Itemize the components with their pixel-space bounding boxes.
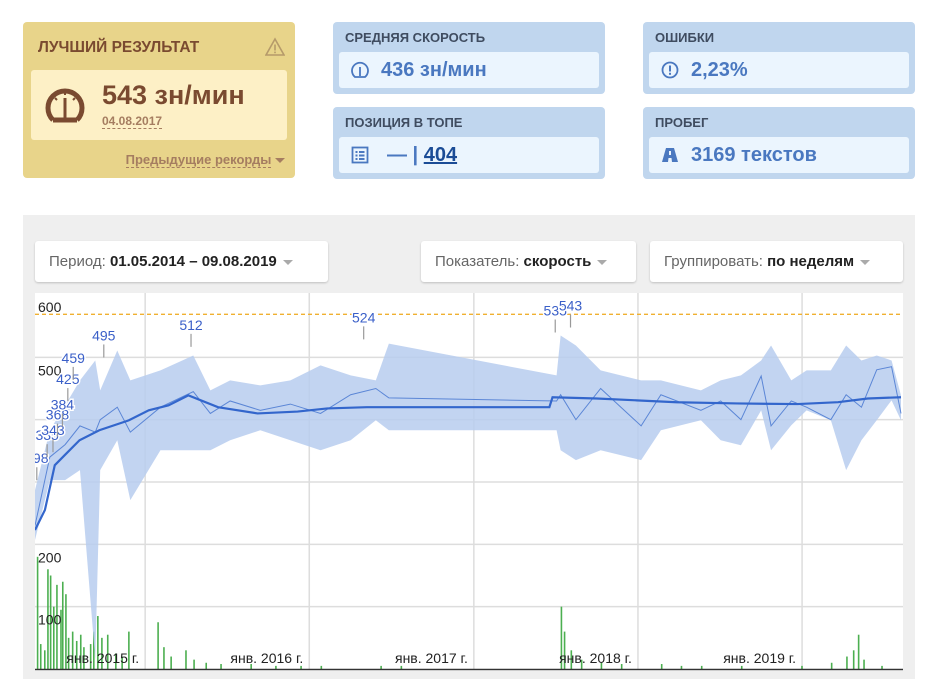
speed-chart[interactable]: 100200500600янв. 2015 г. янв. 2016 г. янв.… <box>35 293 903 671</box>
bar-texts-per-week <box>220 664 222 669</box>
record-label: 384 <box>51 397 75 413</box>
top-position-link[interactable]: 404 <box>424 144 457 166</box>
speedometer-icon <box>45 88 85 123</box>
metric-value: скорость <box>523 253 592 270</box>
bar-texts-per-week <box>852 650 855 669</box>
errors-card: ОШИБКИ 2,23% <box>643 22 915 94</box>
caret-down-icon <box>597 259 608 265</box>
mileage-box: 3169 текстов <box>649 137 909 173</box>
record-label: 512 <box>179 317 203 333</box>
caret-down-icon <box>282 259 293 265</box>
x-tick-label: янв. 2019 г. <box>723 650 796 666</box>
bar-texts-per-week <box>863 659 865 669</box>
metric-label: Показатель: <box>435 253 520 270</box>
record-label: 459 <box>62 350 86 366</box>
top-position-title: ПОЗИЦИЯ В ТОПЕ <box>345 115 463 130</box>
x-tick-label: янв. 2015 г. <box>66 650 139 666</box>
caret-down-icon <box>275 158 285 164</box>
best-result-box: 543 зн/мин 04.08.2017 <box>31 70 287 140</box>
bar-texts-per-week <box>320 665 323 669</box>
y-tick-label: 100 <box>38 612 62 628</box>
bar-texts-per-week <box>205 662 208 669</box>
mileage-value: 3169 текстов <box>691 144 817 166</box>
bar-texts-per-week <box>660 664 663 669</box>
group-value: по неделям <box>767 253 855 270</box>
record-label: 495 <box>92 327 116 343</box>
previous-records-label: Предыдущие рекорды <box>125 152 272 168</box>
record-label: 524 <box>352 309 376 325</box>
bar-texts-per-week <box>881 665 883 669</box>
group-label: Группировать: <box>664 253 763 270</box>
previous-records-toggle[interactable]: Предыдущие рекорды <box>125 152 285 168</box>
bar-texts-per-week <box>680 665 683 669</box>
avg-speed-title: СРЕДНЯЯ СКОРОСТЬ <box>345 30 486 45</box>
bar-texts-per-week <box>193 659 195 669</box>
bar-texts-per-week <box>700 665 703 669</box>
best-result-title: ЛУЧШИЙ РЕЗУЛЬТАТ <box>38 39 200 56</box>
x-tick-label: янв. 2017 г. <box>395 650 468 666</box>
mileage-card: ПРОБЕГ 3169 текстов <box>643 107 915 179</box>
speedometer-icon <box>351 61 369 78</box>
record-label: 543 <box>559 298 583 314</box>
bar-texts-per-week <box>846 656 848 669</box>
avg-speed-box: 436 зн/мин <box>339 52 599 88</box>
warning-icon[interactable] <box>265 37 285 57</box>
bar-texts-per-week <box>400 665 403 669</box>
top-position-current: — | <box>387 144 419 166</box>
bar-texts-per-week <box>740 665 743 669</box>
avg-speed-card: СРЕДНЯЯ СКОРОСТЬ 436 зн/мин <box>333 22 605 94</box>
errors-value: 2,23% <box>691 59 748 81</box>
bar-texts-per-week <box>43 650 46 669</box>
bar-texts-per-week <box>185 650 187 669</box>
mileage-title: ПРОБЕГ <box>655 115 709 130</box>
list-icon <box>351 146 369 164</box>
errors-title: ОШИБКИ <box>655 30 715 45</box>
exclamation-circle-icon <box>661 61 679 79</box>
metric-dropdown[interactable]: Показатель: скорость <box>421 241 636 282</box>
period-dropdown[interactable]: Период: 01.05.2014 – 09.08.2019 <box>35 241 328 282</box>
top-position-box: — | 404 <box>339 137 599 173</box>
y-tick-label: 600 <box>38 299 62 315</box>
bar-texts-per-week <box>163 647 165 669</box>
bar-texts-per-week <box>380 665 382 669</box>
period-label: Период: <box>49 253 106 270</box>
bar-texts-per-week <box>39 644 42 669</box>
period-value: 01.05.2014 – 09.08.2019 <box>109 253 277 270</box>
bar-texts-per-week <box>61 581 64 669</box>
record-label: 425 <box>56 371 80 387</box>
bar-texts-per-week <box>300 665 302 669</box>
record-label: 343 <box>41 422 65 438</box>
top-position-card: ПОЗИЦИЯ В ТОПЕ — | 404 <box>333 107 605 179</box>
caret-down-icon <box>860 259 871 265</box>
best-date-link[interactable]: 04.08.2017 <box>102 114 163 129</box>
bar-texts-per-week <box>857 634 860 669</box>
x-tick-label: янв. 2016 г. <box>230 650 303 666</box>
avg-speed-value: 436 зн/мин <box>381 59 487 81</box>
bar-texts-per-week <box>157 622 159 669</box>
errors-box: 2,23% <box>649 52 909 88</box>
bar-texts-per-week <box>801 665 803 669</box>
best-speed: 543 зн/мин <box>102 80 245 110</box>
bar-texts-per-week <box>170 656 172 669</box>
group-dropdown[interactable]: Группировать: по неделям <box>650 241 903 282</box>
top-position-value: — | 404 <box>387 144 457 167</box>
y-tick-label: 200 <box>38 549 62 565</box>
bar-texts-per-week <box>830 662 833 669</box>
road-icon <box>662 148 678 162</box>
x-tick-label: янв. 2018 г. <box>559 650 632 666</box>
bar-texts-per-week <box>275 665 277 669</box>
best-result-card: ЛУЧШИЙ РЕЗУЛЬТАТ 543 зн/мин 04.08.2017 П… <box>23 22 295 178</box>
